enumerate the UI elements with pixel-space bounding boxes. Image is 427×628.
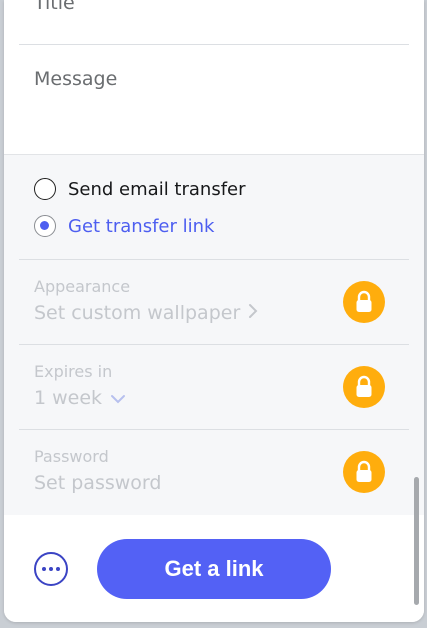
divider — [19, 344, 409, 345]
lock-icon — [343, 281, 385, 323]
radio-send-email[interactable]: Send email transfer — [34, 178, 246, 200]
scrollbar[interactable] — [414, 477, 419, 605]
password-value: Set password — [34, 472, 161, 494]
expires-value-text: 1 week — [34, 387, 103, 409]
appearance-value: Set custom wallpaper — [34, 302, 258, 324]
chevron-down-icon — [110, 387, 126, 409]
radio-button-unchecked[interactable] — [34, 178, 56, 200]
appearance-label: Appearance — [34, 277, 131, 296]
more-options-button[interactable] — [34, 552, 68, 586]
transfer-panel: Title Message Send email transfer Get tr… — [4, 0, 424, 622]
lock-icon — [343, 366, 385, 408]
divider — [19, 259, 409, 260]
more-icon — [49, 567, 53, 571]
radio-label-get-link: Get transfer link — [68, 215, 215, 237]
message-field[interactable]: Message — [34, 68, 117, 90]
password-value-text: Set password — [34, 472, 162, 494]
radio-get-link[interactable]: Get transfer link — [34, 215, 214, 237]
footer-bar: Get a link — [4, 515, 424, 622]
password-label: Password — [34, 447, 109, 466]
more-icon — [56, 567, 60, 571]
lock-icon — [343, 451, 385, 493]
radio-button-checked[interactable] — [34, 215, 56, 237]
transfer-options-section: Send email transfer Get transfer link Ap… — [4, 154, 424, 516]
radio-label-send-email: Send email transfer — [68, 178, 246, 200]
divider — [19, 44, 409, 45]
expires-value: 1 week — [34, 387, 126, 409]
title-field[interactable]: Title — [34, 0, 75, 14]
chevron-right-icon — [248, 302, 258, 324]
get-link-button[interactable]: Get a link — [97, 539, 331, 599]
appearance-value-text: Set custom wallpaper — [34, 302, 241, 324]
expires-label: Expires in — [34, 362, 113, 381]
more-icon — [42, 567, 46, 571]
divider — [19, 429, 409, 430]
